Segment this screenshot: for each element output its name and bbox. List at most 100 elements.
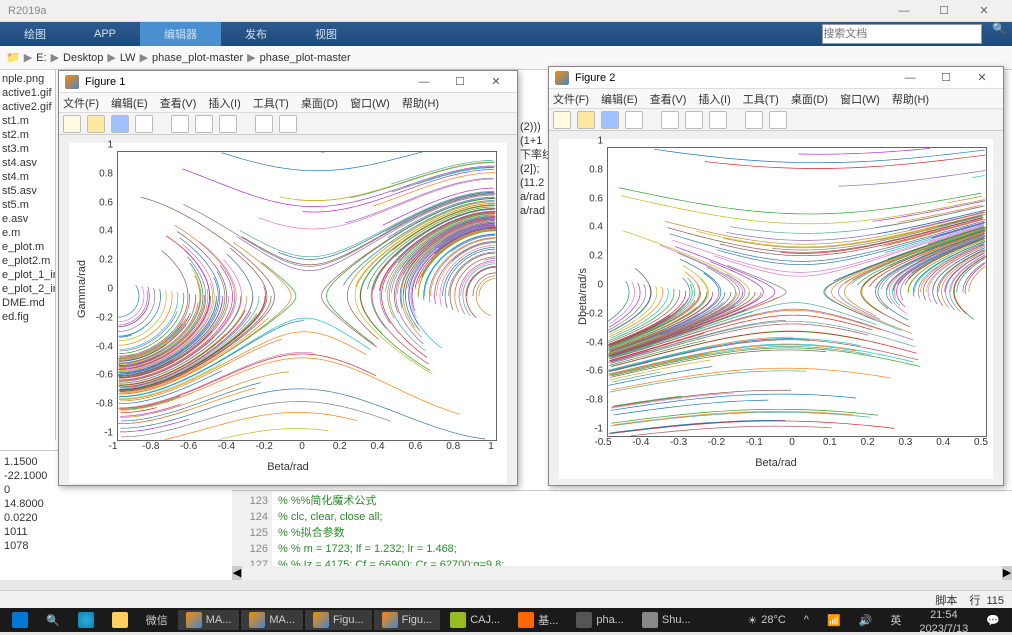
file-item[interactable]: nple.png [2,72,53,86]
menu-item[interactable]: 桌面(D) [791,91,828,107]
close-button[interactable]: ✕ [964,4,1004,17]
tray-notifications[interactable]: 💬 [978,610,1008,630]
menu-item[interactable]: 窗口(W) [350,95,390,111]
file-item[interactable]: DME.md [2,296,53,310]
file-item[interactable]: ed.fig [2,310,53,324]
file-item[interactable]: e.m [2,226,53,240]
tray-sound-icon[interactable]: 🔊 [851,610,881,630]
pan-icon[interactable] [685,111,703,129]
figure1-menubar[interactable]: 文件(F)编辑(E)查看(V)插入(I)工具(T)桌面(D)窗口(W)帮助(H) [59,93,517,113]
start-button[interactable] [4,610,36,630]
figure1-axes[interactable] [117,151,497,441]
editor-code[interactable]: % %%简化魔术公式% clc, clear, close all;% %拟合参… [276,491,506,575]
file-item[interactable]: st3.m [2,142,53,156]
menu-item[interactable]: 文件(F) [63,95,99,111]
file-item[interactable]: active2.gif [2,100,53,114]
taskbar-app6[interactable]: 基... [510,610,566,630]
tray-chevron[interactable]: ^ [796,610,817,630]
taskbar-figure2[interactable]: Figu... [374,610,441,630]
figure2-plot[interactable]: Dbeta/rad/s -0.5-0.4-0.3-0.2-0.100.10.20… [559,139,993,479]
doc-search-input[interactable] [822,24,982,44]
workspace-value[interactable]: 14.8000 [4,497,226,511]
tab-publish[interactable]: 发布 [221,22,291,46]
menu-item[interactable]: 工具(T) [743,91,779,107]
figure1-minimize[interactable]: — [409,76,439,88]
tab-view[interactable]: 视图 [291,22,361,46]
file-item[interactable]: st1.m [2,114,53,128]
weather-widget[interactable]: ☀ 28°C [739,610,793,630]
minimize-button[interactable]: — [884,5,924,17]
taskbar-caj[interactable]: CAJ... [442,610,508,630]
tab-plot[interactable]: 绘图 [0,22,70,46]
figure2-minimize[interactable]: — [895,72,925,84]
cursor-icon[interactable] [745,111,763,129]
menu-item[interactable]: 编辑(E) [111,95,148,111]
path-part[interactable]: LW [120,52,136,64]
figure2-close[interactable]: ✕ [967,71,997,84]
menu-item[interactable]: 文件(F) [553,91,589,107]
figure2-toolbar[interactable] [549,109,1003,131]
menu-item[interactable]: 帮助(H) [892,91,929,107]
menu-item[interactable]: 窗口(W) [840,91,880,107]
search-icon[interactable]: 🔍 [986,22,1012,46]
taskbar-app8[interactable]: Shu... [634,610,699,630]
taskbar-app7[interactable]: pha... [568,610,632,630]
workspace-value[interactable]: 0.0220 [4,511,226,525]
menu-item[interactable]: 工具(T) [253,95,289,111]
figure1-plot[interactable]: Gamma/rad -1-0.8-0.6-0.4-0.200.20.40.60.… [69,143,507,483]
zoom-icon[interactable] [661,111,679,129]
path-part[interactable]: Desktop [63,52,103,64]
figure1-toolbar[interactable] [59,113,517,135]
file-item[interactable]: e.asv [2,212,53,226]
file-item[interactable]: active1.gif [2,86,53,100]
new-figure-icon[interactable] [553,111,571,129]
figure2-window[interactable]: Figure 2 — ☐ ✕ 文件(F)编辑(E)查看(V)插入(I)工具(T)… [548,66,1004,486]
workspace-value[interactable]: 1078 [4,539,226,553]
path-part[interactable]: phase_plot-master [260,52,351,64]
rotate-icon[interactable] [219,115,237,133]
taskbar-matlab1[interactable]: MA... [178,610,240,630]
current-folder-panel[interactable]: nple.pngactive1.gifactive2.gifst1.mst2.m… [0,70,56,440]
figure2-axes[interactable] [607,147,987,437]
datatips-icon[interactable] [279,115,297,133]
menu-item[interactable]: 桌面(D) [301,95,338,111]
tray-net-icon[interactable]: 📶 [819,610,849,630]
wechat-icon[interactable]: 微信 [138,610,176,630]
file-item[interactable]: e_plot2.m [2,254,53,268]
print-icon[interactable] [135,115,153,133]
figure1-titlebar[interactable]: Figure 1 — ☐ ✕ [59,71,517,93]
menu-item[interactable]: 查看(V) [650,91,687,107]
save-icon[interactable] [111,115,129,133]
pan-icon[interactable] [195,115,213,133]
zoom-icon[interactable] [171,115,189,133]
tab-editor[interactable]: 编辑器 [140,22,221,46]
menu-item[interactable]: 编辑(E) [601,91,638,107]
figure1-close[interactable]: ✕ [481,75,511,88]
path-part[interactable]: phase_plot-master [152,52,243,64]
path-part[interactable]: E: [36,52,46,64]
maximize-button[interactable]: ☐ [924,4,964,17]
open-icon[interactable] [87,115,105,133]
save-icon[interactable] [601,111,619,129]
rotate-icon[interactable] [709,111,727,129]
file-item[interactable]: e_plot.m [2,240,53,254]
file-item[interactable]: e_plot_2_inte [2,282,53,296]
search-button[interactable]: 🔍 [38,610,68,630]
cursor-icon[interactable] [255,115,273,133]
file-item[interactable]: st5.m [2,198,53,212]
file-item[interactable]: st5.asv [2,184,53,198]
taskbar-figure1[interactable]: Figu... [305,610,372,630]
menu-item[interactable]: 帮助(H) [402,95,439,111]
explorer-icon[interactable] [104,610,136,630]
tray-clock[interactable]: 21:542023/7/13 [911,610,976,630]
figure2-maximize[interactable]: ☐ [931,71,961,84]
workspace-value[interactable]: 1011 [4,525,226,539]
open-icon[interactable] [577,111,595,129]
taskbar-matlab2[interactable]: MA... [241,610,303,630]
file-item[interactable]: st2.m [2,128,53,142]
menu-item[interactable]: 查看(V) [160,95,197,111]
tab-app[interactable]: APP [70,22,140,46]
figure1-maximize[interactable]: ☐ [445,75,475,88]
file-item[interactable]: st4.m [2,170,53,184]
figure2-menubar[interactable]: 文件(F)编辑(E)查看(V)插入(I)工具(T)桌面(D)窗口(W)帮助(H) [549,89,1003,109]
